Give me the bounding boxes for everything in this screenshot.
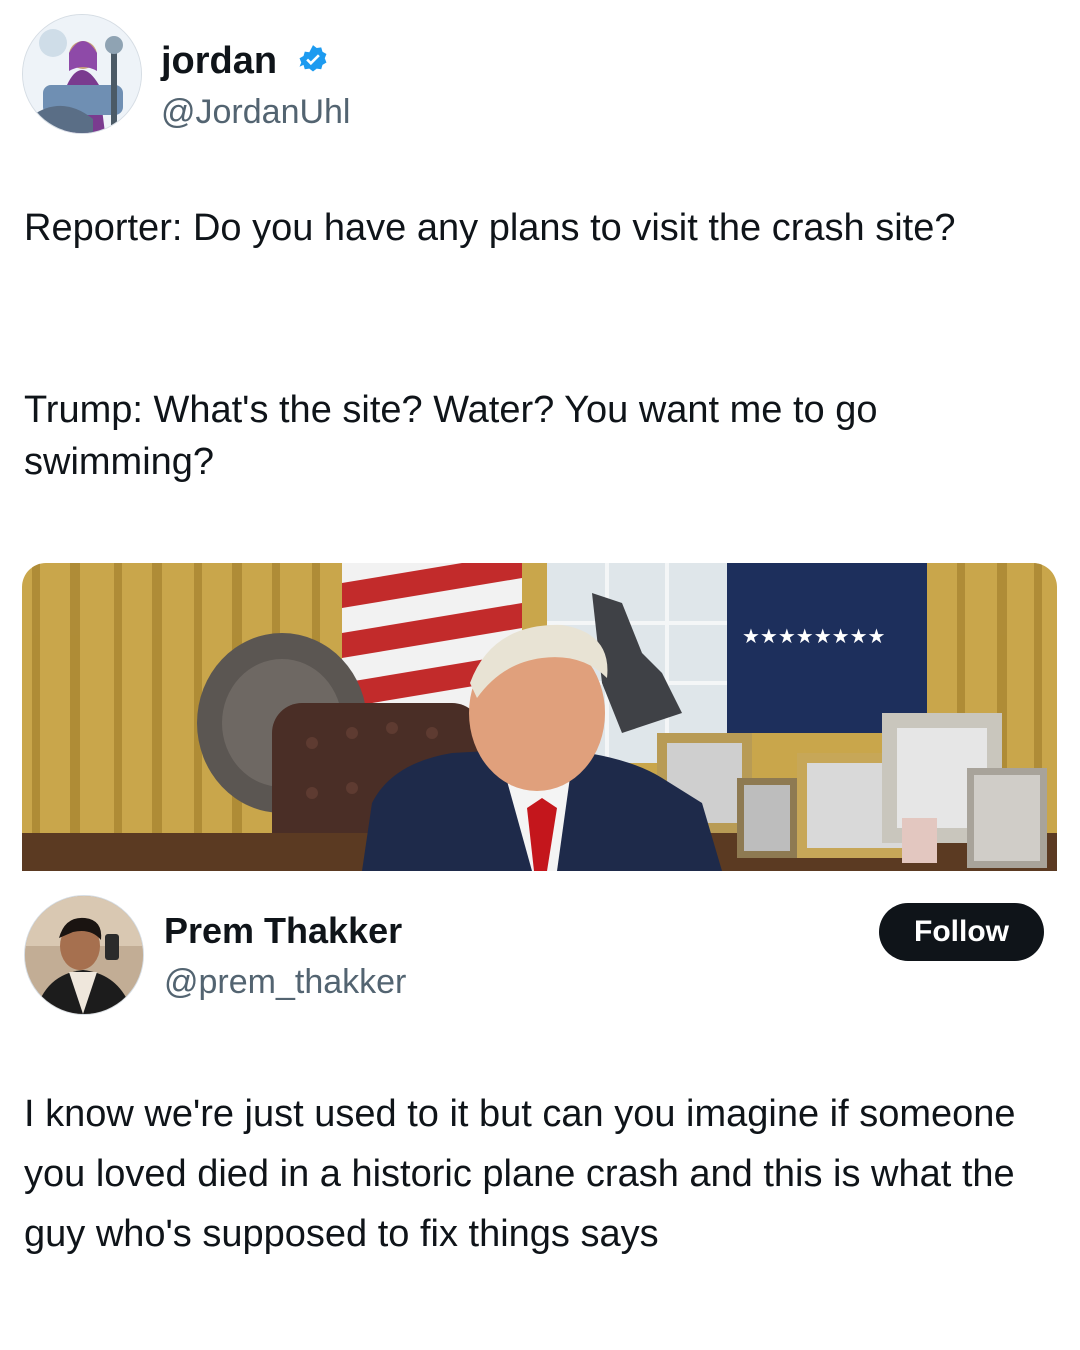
author-name-row: jordan (161, 38, 330, 84)
post-header: jordan @JordanUhl (22, 14, 1022, 138)
oval-office-photo: ★★★★★★★★ (22, 563, 1057, 871)
quote-author-avatar[interactable] (24, 895, 144, 1015)
avatar-illustration (23, 15, 141, 133)
follow-button[interactable]: Follow (879, 903, 1044, 961)
tweet-media-image[interactable]: ★★★★★★★★ (22, 563, 1057, 871)
quote-author-handle[interactable]: @prem_thakker (164, 960, 406, 1004)
tweet-text-reporter: Reporter: Do you have any plans to visit… (24, 207, 956, 249)
quote-tweet-text: I know we're just used to it but can you… (24, 1093, 1016, 1255)
avatar-photo (25, 896, 143, 1014)
tweet-text-trump: Trump: What's the site? Water? You want … (24, 389, 878, 483)
author-avatar[interactable] (22, 14, 142, 134)
quote-author-name[interactable]: Prem Thakker (164, 908, 402, 954)
author-name[interactable]: jordan (161, 40, 277, 82)
author-handle[interactable]: @JordanUhl (161, 90, 351, 134)
verified-badge-icon (299, 45, 327, 72)
svg-text:★★★★★★★★: ★★★★★★★★ (742, 624, 885, 648)
